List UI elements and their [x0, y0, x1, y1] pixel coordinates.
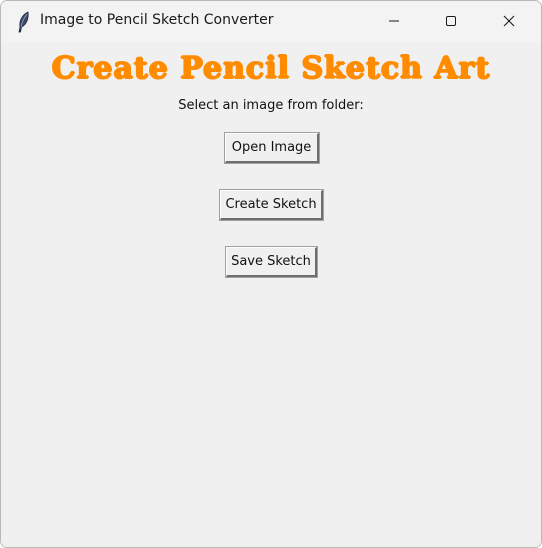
feather-icon	[15, 11, 33, 33]
maximize-button[interactable]	[422, 1, 480, 42]
save-sketch-button[interactable]: Save Sketch	[225, 246, 318, 278]
select-image-label: Select an image from folder:	[178, 98, 364, 113]
create-sketch-button[interactable]: Create Sketch	[219, 189, 324, 221]
close-icon	[503, 12, 515, 31]
open-image-button[interactable]: Open Image	[224, 132, 320, 164]
app-window: Image to Pencil Sketch Converter Create …	[0, 0, 542, 548]
close-button[interactable]	[480, 1, 538, 42]
minimize-button[interactable]	[365, 1, 423, 42]
title-bar[interactable]: Image to Pencil Sketch Converter	[1, 1, 541, 42]
page-title: Create Pencil Sketch Art	[51, 51, 491, 86]
main-content: Create Pencil Sketch Art Select an image…	[1, 42, 541, 547]
window-title: Image to Pencil Sketch Converter	[40, 12, 274, 28]
maximize-icon	[445, 12, 457, 31]
minimize-icon	[388, 12, 400, 31]
